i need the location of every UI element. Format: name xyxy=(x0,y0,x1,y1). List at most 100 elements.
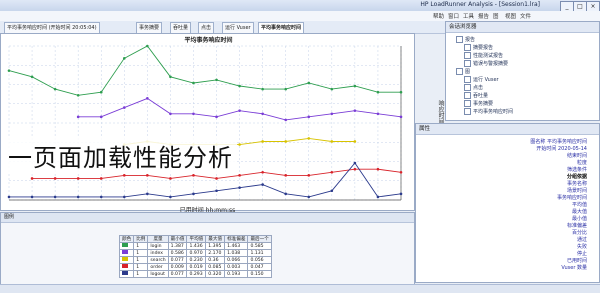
tree-item-summary-report[interactable]: 摘要报告 xyxy=(464,44,493,51)
legend-column-header[interactable]: 比例 xyxy=(133,235,149,243)
legend-row[interactable]: 1 logout 0.077 0.293 0.320 0.193 0.150 xyxy=(118,270,272,278)
menu-tools[interactable]: 工具 xyxy=(463,12,474,20)
data-point-1 xyxy=(399,115,403,119)
folder-icon xyxy=(456,68,463,75)
menu-view[interactable]: 视图 xyxy=(505,12,516,20)
series-line-1 xyxy=(78,97,402,121)
property-item[interactable]: 最大值 xyxy=(572,208,587,215)
legend-column-header[interactable]: 度量 xyxy=(147,235,169,243)
data-point-0 xyxy=(122,57,126,60)
data-point-3 xyxy=(169,177,172,180)
data-point-4 xyxy=(30,195,34,199)
legend-column-header[interactable]: 平均值 xyxy=(186,235,207,243)
legend-row[interactable]: 1 login 1.387 1.436 1.395 1.463 0.585 xyxy=(118,242,272,250)
legend-column-header[interactable]: 最后一个 xyxy=(247,235,272,243)
legend-column-header[interactable]: 标准偏差 xyxy=(224,235,249,243)
data-point-2 xyxy=(330,140,334,143)
report-icon xyxy=(464,60,471,67)
property-item[interactable]: 图名称 平均事务响应时间 xyxy=(530,138,587,145)
tree-item-running-vusers[interactable]: 运行 Vuser xyxy=(464,76,499,83)
data-point-0 xyxy=(330,87,334,91)
series-line-0 xyxy=(8,45,401,96)
property-item[interactable]: 事务名称 xyxy=(567,180,587,187)
tree-item-hits[interactable]: 点击 xyxy=(464,84,483,91)
tree-item-throughput[interactable]: 吞吐量 xyxy=(464,92,488,99)
data-point-0 xyxy=(353,84,357,88)
folder-icon xyxy=(456,36,463,43)
legend-cell: 1.463 xyxy=(224,242,249,250)
data-point-1 xyxy=(238,109,241,112)
property-item[interactable]: 百分比 xyxy=(572,229,587,236)
data-point-4 xyxy=(238,186,241,189)
line-chart xyxy=(7,44,403,201)
data-point-4 xyxy=(53,195,57,199)
legend-row[interactable]: 1 order 0.009 0.019 0.085 0.003 0.047 xyxy=(118,263,272,271)
legend-cell: 0.970 xyxy=(186,249,207,257)
legend-column-header[interactable]: 颜色 xyxy=(118,235,135,243)
legend-cell: 1.131 xyxy=(247,249,272,257)
property-item[interactable]: 停止 xyxy=(577,250,587,257)
series-color-swatch xyxy=(122,264,128,268)
property-item[interactable]: 分组依据 xyxy=(567,173,587,180)
data-point-0 xyxy=(399,90,403,94)
data-point-0 xyxy=(261,87,264,91)
property-item[interactable]: 失败 xyxy=(577,243,587,250)
data-point-1 xyxy=(192,112,195,116)
tree-item-graphs[interactable]: 图 xyxy=(456,68,470,75)
series-color-swatch xyxy=(122,257,128,261)
property-item[interactable]: 筛选条件 xyxy=(567,166,587,173)
legend-column-header[interactable]: 最小值 xyxy=(167,235,188,243)
data-point-1 xyxy=(169,112,172,116)
property-item[interactable]: 已用时间 xyxy=(567,257,587,264)
menu-reports[interactable]: 报告 xyxy=(478,12,489,20)
legend-cell: 0.193 xyxy=(224,270,249,278)
legend-cell xyxy=(118,270,135,278)
menu-help[interactable]: 帮助 xyxy=(433,12,444,20)
data-point-4 xyxy=(99,195,103,199)
property-item[interactable]: 标准偏差 xyxy=(567,222,587,229)
property-item[interactable]: 平均值 xyxy=(572,201,587,208)
legend-cell: 1 xyxy=(133,242,149,250)
window-title: HP LoadRunner Analysis - [Session1.lra] xyxy=(420,1,540,8)
legend-column-header[interactable]: 最大值 xyxy=(205,235,226,243)
property-item[interactable]: 场景时间 xyxy=(567,187,587,194)
legend-cell: order xyxy=(147,263,169,271)
data-point-4 xyxy=(307,195,311,199)
legend-cell: 0.293 xyxy=(186,270,207,278)
legend-cell: 0.085 xyxy=(205,263,226,271)
properties-header: 属性 xyxy=(416,124,599,135)
data-point-1 xyxy=(330,112,334,116)
data-point-2 xyxy=(284,140,288,143)
property-item[interactable]: 通过 xyxy=(577,236,587,243)
property-item[interactable]: 最小值 xyxy=(572,215,587,222)
graph-icon xyxy=(464,84,471,91)
menu-graph[interactable]: 图 xyxy=(493,12,499,20)
tree-item-avg-transaction-response[interactable]: 平均事务响应时间 xyxy=(464,108,513,115)
legend-row[interactable]: 1 search 0.077 0.230 0.36 0.066 0.056 xyxy=(118,256,272,264)
legend-body: 1 login 1.387 1.436 1.395 1.463 0.585 1 index 0.5… xyxy=(118,242,272,278)
legend-cell: logout xyxy=(147,270,169,278)
data-point-3 xyxy=(146,174,149,177)
legend-cell: 2.170 xyxy=(205,249,226,257)
data-point-0 xyxy=(238,84,241,88)
data-point-0 xyxy=(376,90,380,94)
data-point-3 xyxy=(53,177,57,180)
legend-cell: 0.003 xyxy=(224,263,249,271)
series-color-swatch xyxy=(122,271,128,275)
data-point-2 xyxy=(261,140,264,143)
legend-row[interactable]: 1 index 0.586 0.970 2.170 1.038 1.131 xyxy=(118,249,272,257)
property-item[interactable]: Vuser 数量 xyxy=(561,264,587,271)
property-item[interactable]: 开始时间 2020-05-14 xyxy=(536,145,587,152)
tree-item-errors-alerts[interactable]: 错误与警报摘要 xyxy=(464,60,508,67)
tree-item-performance-report[interactable]: 性能测试报告 xyxy=(464,52,503,59)
property-item[interactable]: 粒度 xyxy=(577,159,587,166)
data-point-3 xyxy=(122,174,126,177)
menu-window[interactable]: 窗口 xyxy=(448,12,459,20)
tree-item-transaction-summary[interactable]: 事务摘要 xyxy=(464,100,493,107)
tree-item-reports[interactable]: 报告 xyxy=(456,36,475,43)
data-point-4 xyxy=(399,192,403,196)
menu-file[interactable]: 文件 xyxy=(520,12,531,20)
property-item[interactable]: 事务响应时间 xyxy=(557,194,587,201)
data-point-0 xyxy=(30,75,34,79)
property-item[interactable]: 结束时间 xyxy=(567,152,587,159)
